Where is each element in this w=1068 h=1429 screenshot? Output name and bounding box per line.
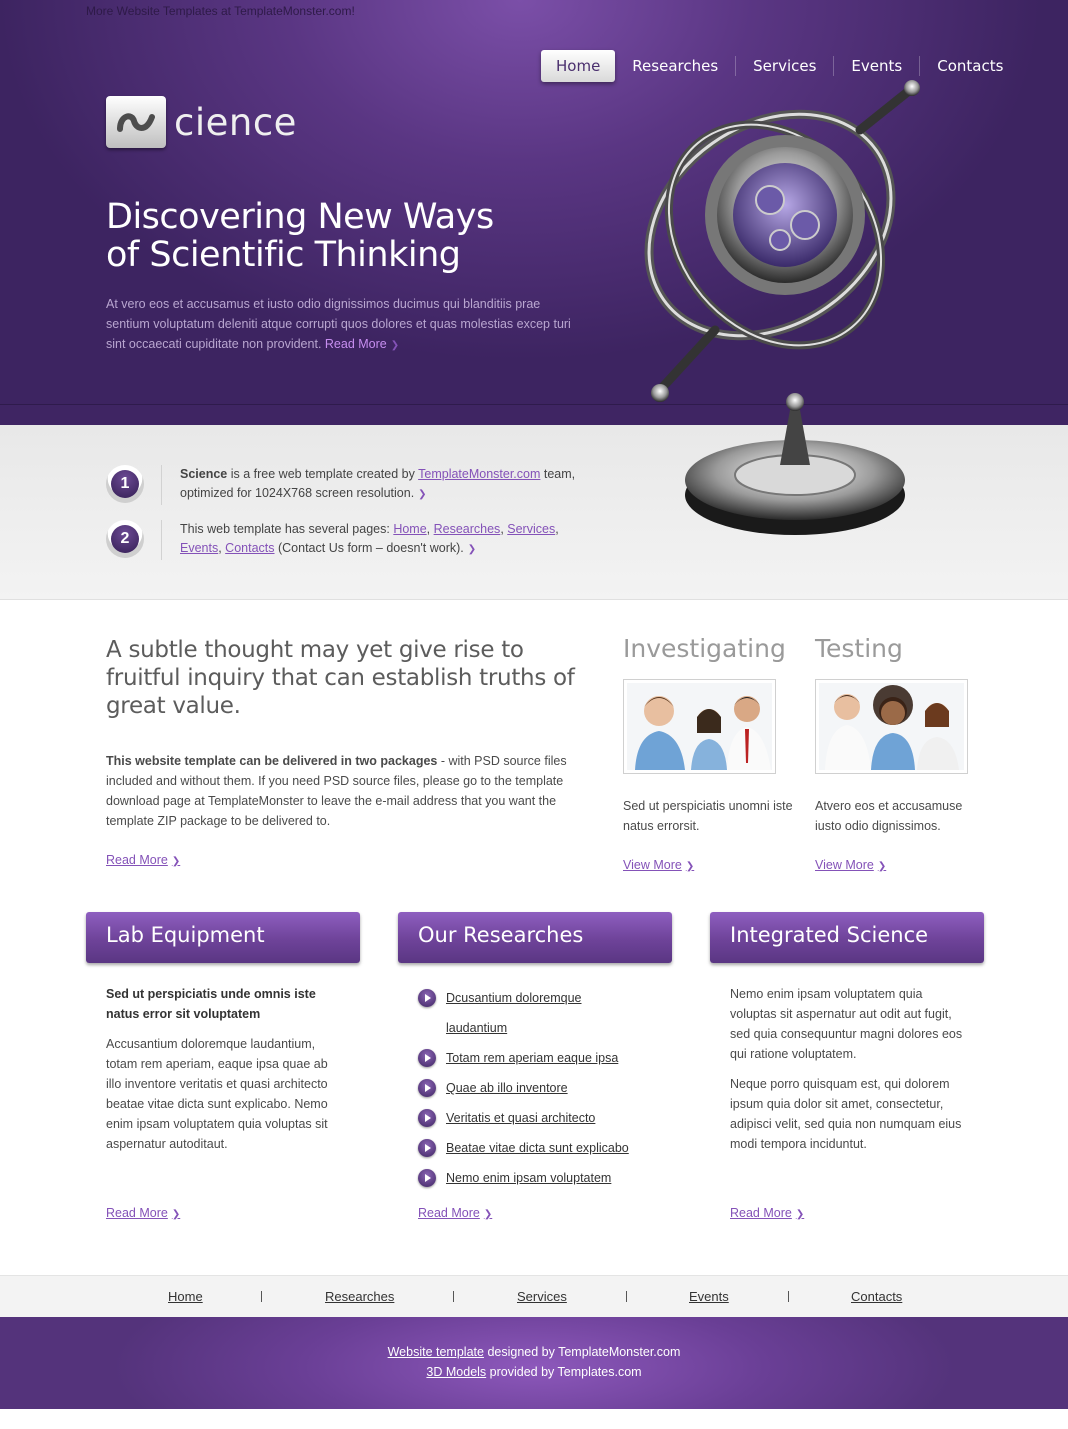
logo-s-icon bbox=[106, 96, 166, 148]
lab-equipment-text: Accusantium doloremque laudantium, totam… bbox=[106, 1037, 328, 1151]
research-link[interactable]: Nemo enim ipsam voluptatem bbox=[446, 1163, 611, 1193]
investigating-title: Investigating bbox=[623, 634, 786, 663]
testing-text: Atvero eos et accusamuse iusto odio dign… bbox=[815, 799, 963, 833]
research-link[interactable]: Dcusantium doloremque laudantium bbox=[446, 983, 606, 1043]
doctors-photo-2 bbox=[819, 683, 964, 770]
play-bullet-icon bbox=[418, 1139, 436, 1157]
researches-list: Dcusantium doloremque laudantium Totam r… bbox=[418, 983, 629, 1193]
step-link-home[interactable]: Home bbox=[393, 522, 426, 536]
footer-divider bbox=[453, 1291, 454, 1302]
chevron-right-icon: ❯ bbox=[685, 861, 695, 872]
research-link[interactable]: Totam rem aperiam eaque ipsa bbox=[446, 1043, 618, 1073]
testing-title: Testing bbox=[815, 634, 903, 663]
step-divider bbox=[161, 465, 162, 505]
chevron-right-icon: ❯ bbox=[390, 340, 400, 351]
play-bullet-icon bbox=[418, 989, 436, 1007]
list-item: Totam rem aperiam eaque ipsa bbox=[418, 1043, 629, 1073]
play-bullet-icon bbox=[418, 1169, 436, 1187]
integrated-read-more-link[interactable]: Read More ❯ bbox=[730, 1206, 804, 1220]
researches-read-more-link[interactable]: Read More ❯ bbox=[418, 1206, 492, 1220]
step-number-badge: 1 bbox=[106, 465, 144, 503]
step-2-text: This web template has several pages: Hom… bbox=[180, 522, 559, 555]
chevron-right-icon: ❯ bbox=[171, 1209, 181, 1220]
footer-link-services[interactable]: Services bbox=[517, 1289, 567, 1304]
research-link[interactable]: Veritatis et quasi architecto bbox=[446, 1103, 595, 1133]
chevron-right-icon: ❯ bbox=[877, 861, 887, 872]
our-researches-tab[interactable]: Our Researches bbox=[398, 912, 672, 963]
investigating-photo[interactable] bbox=[623, 679, 776, 774]
hero-read-more-link[interactable]: Read More bbox=[325, 337, 387, 351]
step-link-contacts[interactable]: Contacts bbox=[225, 541, 274, 555]
testing-view-more-link[interactable]: View More ❯ bbox=[815, 858, 886, 872]
hero-headline: Discovering New Ways of Scientific Think… bbox=[106, 198, 566, 274]
lab-read-more-link[interactable]: Read More ❯ bbox=[106, 1206, 180, 1220]
integrated-science-tab[interactable]: Integrated Science bbox=[710, 912, 984, 963]
headline-line-2: of Scientific Thinking bbox=[106, 235, 461, 275]
step-1-bold: Science bbox=[180, 467, 228, 481]
research-link[interactable]: Beatae vitae dicta sunt explicabo bbox=[446, 1133, 629, 1163]
step-link-researches[interactable]: Researches bbox=[434, 522, 501, 536]
our-researches-title: Our Researches bbox=[418, 923, 584, 947]
info-step-2: 2 This web template has several pages: H… bbox=[106, 520, 580, 560]
list-item: Veritatis et quasi architecto bbox=[418, 1103, 629, 1133]
top-promo-link[interactable]: More Website Templates at TemplateMonste… bbox=[86, 4, 355, 18]
logo-text: cience bbox=[174, 100, 297, 144]
packages-text: This website template can be delivered i… bbox=[106, 754, 567, 828]
list-item: Beatae vitae dicta sunt explicabo bbox=[418, 1133, 629, 1163]
footer: Website template designed by TemplateMon… bbox=[0, 1317, 1068, 1409]
website-template-link[interactable]: Website template bbox=[388, 1345, 484, 1359]
templatemonster-link[interactable]: TemplateMonster.com bbox=[418, 467, 540, 481]
integrated-science-title: Integrated Science bbox=[730, 923, 929, 947]
testing-photo[interactable] bbox=[815, 679, 968, 774]
footer-link-contacts[interactable]: Contacts bbox=[851, 1289, 902, 1304]
footer-divider bbox=[626, 1291, 627, 1302]
play-bullet-icon bbox=[418, 1049, 436, 1067]
doctors-photo-1 bbox=[627, 683, 772, 770]
main-quote: A subtle thought may yet give rise to fr… bbox=[106, 637, 575, 719]
lab-equipment-title: Lab Equipment bbox=[106, 923, 265, 947]
main-read-more-link[interactable]: Read More ❯ bbox=[106, 853, 180, 867]
footer-divider bbox=[788, 1291, 789, 1302]
info-step-1: 1 Science is a free web template created… bbox=[106, 465, 580, 505]
3d-models-link[interactable]: 3D Models bbox=[426, 1365, 486, 1379]
step-link-services[interactable]: Services bbox=[507, 522, 555, 536]
lab-equipment-content: Sed ut perspiciatis unde omnis iste natu… bbox=[106, 984, 346, 1154]
integrated-science-content: Nemo enim ipsam voluptatem quia voluptas… bbox=[730, 984, 970, 1154]
footer-credit-1: Website template designed by TemplateMon… bbox=[387, 1345, 681, 1359]
research-link[interactable]: Quae ab illo inventore bbox=[446, 1073, 568, 1103]
integrated-science-paragraph-1: Nemo enim ipsam voluptatem quia voluptas… bbox=[730, 987, 963, 1061]
investigating-text: Sed ut perspiciatis unomni iste natus er… bbox=[623, 799, 793, 833]
hero-intro: At vero eos et accusamus et iusto odio d… bbox=[106, 294, 586, 356]
list-item: Quae ab illo inventore bbox=[418, 1073, 629, 1103]
lab-equipment-lead: Sed ut perspiciatis unde omnis iste natu… bbox=[106, 987, 316, 1021]
step-number-badge: 2 bbox=[106, 520, 144, 558]
integrated-science-paragraph-2: Neque porro quisquam est, qui dolorem ip… bbox=[730, 1077, 962, 1151]
footer-credit-2: 3D Models provided by Templates.com bbox=[426, 1365, 642, 1379]
footer-link-events[interactable]: Events bbox=[689, 1289, 729, 1304]
footer-link-researches[interactable]: Researches bbox=[325, 1289, 394, 1304]
chevron-right-icon: ❯ bbox=[795, 1209, 805, 1220]
chevron-right-icon: ❯ bbox=[483, 1209, 493, 1220]
list-item: Dcusantium doloremque laudantium bbox=[418, 983, 629, 1043]
footer-nav: Home Researches Services Events Contacts bbox=[0, 1275, 1068, 1317]
footer-divider bbox=[261, 1291, 262, 1302]
headline-line-1: Discovering New Ways bbox=[106, 197, 494, 237]
logo[interactable]: cience bbox=[106, 96, 297, 148]
play-bullet-icon bbox=[418, 1109, 436, 1127]
step-1-text: Science is a free web template created b… bbox=[180, 467, 576, 500]
chevron-right-icon: ❯ bbox=[171, 856, 181, 867]
step-divider bbox=[161, 520, 162, 560]
gyroscope-illustration bbox=[644, 80, 920, 535]
lab-equipment-tab[interactable]: Lab Equipment bbox=[86, 912, 360, 963]
footer-link-home[interactable]: Home bbox=[168, 1289, 203, 1304]
nav-home[interactable]: Home bbox=[541, 50, 616, 82]
step-link-events[interactable]: Events bbox=[180, 541, 218, 555]
chevron-right-icon: ❯ bbox=[418, 489, 427, 500]
chevron-right-icon: ❯ bbox=[467, 544, 477, 555]
list-item: Nemo enim ipsam voluptatem bbox=[418, 1163, 629, 1193]
play-bullet-icon bbox=[418, 1079, 436, 1097]
investigating-view-more-link[interactable]: View More ❯ bbox=[623, 858, 694, 872]
